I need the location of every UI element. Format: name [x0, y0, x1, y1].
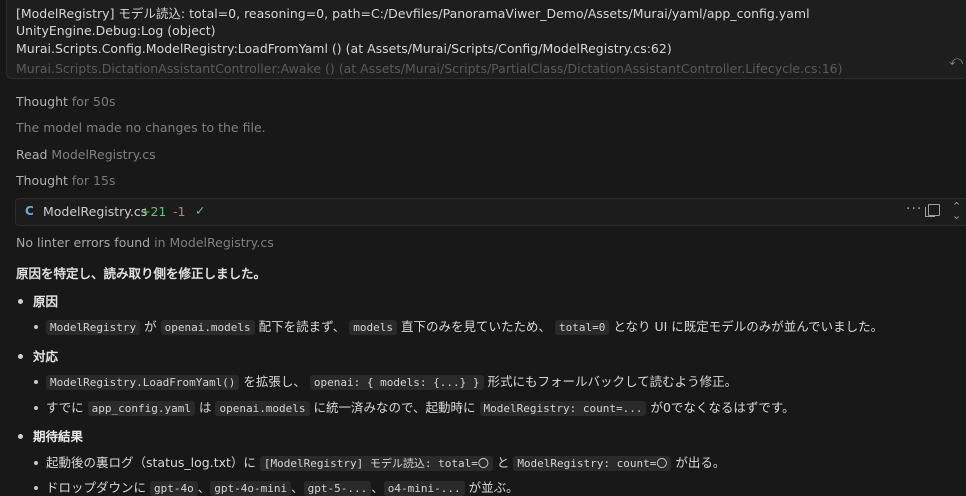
- text-span: 配下を読まず、: [258, 319, 346, 334]
- undo-icon[interactable]: ⤺: [949, 54, 963, 69]
- text-span: は: [198, 400, 212, 415]
- thought-step[interactable]: Thought for 50s: [16, 94, 115, 109]
- text-span: が出る。: [675, 455, 726, 470]
- inline-code: ModelRegistry: count=...: [479, 401, 647, 416]
- bullet-icon: [34, 379, 38, 384]
- inline-code: ModelRegistry: [46, 320, 141, 335]
- read-label: Read: [16, 147, 48, 162]
- text-span: ドロップダウンに: [46, 480, 147, 495]
- heading-text: 対応: [33, 349, 59, 364]
- thought-label: Thought: [16, 173, 68, 188]
- thought-label: Thought: [16, 94, 68, 109]
- list-item: 起動後の裏ログ（status_log.txt）に [ModelRegistry]…: [34, 452, 725, 471]
- inline-code: app_config.yaml: [87, 401, 195, 416]
- bullet-icon: [18, 354, 23, 359]
- thought-duration: for 15s: [71, 173, 116, 188]
- text-span: 直下のみを見ていたため、: [401, 319, 552, 334]
- bullet-icon: [34, 485, 38, 490]
- log-line: Murai.Scripts.DictationAssistantControll…: [16, 61, 843, 76]
- text-span: 形式にもフォールバックして読むよう修正。: [487, 374, 738, 389]
- text-span: となり UI に既定モデルのみが並んでいました。: [613, 319, 884, 334]
- inline-code: openai: { models: {...} }: [309, 375, 484, 390]
- inline-code: total=0: [555, 320, 610, 335]
- text-span: と: [496, 455, 510, 470]
- list-item: ModelRegistry が openai.models 配下を読まず、 mo…: [34, 316, 883, 335]
- edited-filename[interactable]: ModelRegistry.cs: [43, 204, 147, 219]
- summary-text: 原因を特定し、読み取り側を修正しました。: [16, 266, 267, 281]
- list-item-fix-heading: 対応: [16, 346, 58, 365]
- text-span: が並ぶ。: [468, 480, 519, 495]
- read-file-link[interactable]: ModelRegistry.cs: [51, 147, 155, 162]
- log-line: UnityEngine.Debug:Log (object): [16, 23, 216, 38]
- csharp-file-icon: C: [25, 204, 34, 218]
- text-span: を拡張し、: [243, 374, 306, 389]
- inline-code: openai.models: [160, 320, 255, 335]
- lines-added: +21: [140, 204, 167, 219]
- inline-code: openai.models: [215, 401, 310, 416]
- separator: 、: [291, 480, 304, 495]
- text-span: 起動後の裏ログ（status_log.txt）に: [46, 455, 256, 470]
- inline-code: [ModelRegistry] モデル読込: total=〇: [259, 456, 493, 471]
- heading-text: 原因: [33, 294, 59, 309]
- inline-code: models: [349, 320, 398, 335]
- linter-status: No linter errors found in ModelRegistry.…: [16, 235, 274, 250]
- bullet-icon: [34, 405, 38, 410]
- list-item: すでに app_config.yaml は openai.models に統一済…: [34, 397, 795, 416]
- inline-code: ModelRegistry: count=〇: [513, 456, 672, 471]
- bullet-icon: [34, 460, 38, 465]
- log-line: Murai.Scripts.Config.ModelRegistry:LoadF…: [16, 41, 672, 56]
- no-changes-message: The model made no changes to the file.: [16, 120, 266, 135]
- separator: 、: [197, 480, 211, 495]
- bullet-icon: [34, 324, 38, 329]
- text-span: が0でなくなるはずです。: [650, 400, 795, 415]
- thought-duration: for 50s: [71, 94, 116, 109]
- text-span: に統一済みなので、起動時に: [313, 400, 476, 415]
- text-span: すでに: [46, 400, 84, 415]
- log-output-block: [ModelRegistry] モデル読込: total=0, reasonin…: [6, 0, 966, 79]
- copy-icon[interactable]: [925, 204, 940, 217]
- thought-step[interactable]: Thought for 15s: [16, 173, 115, 188]
- more-options-icon[interactable]: ···: [906, 201, 922, 217]
- linter-text: No linter errors found: [16, 235, 151, 250]
- log-line: [ModelRegistry] モデル読込: total=0, reasonin…: [16, 6, 810, 21]
- list-item: ModelRegistry.LoadFromYaml() を拡張し、 opena…: [34, 371, 737, 390]
- bullet-icon: [18, 299, 23, 304]
- linter-file: in ModelRegistry.cs: [154, 235, 274, 250]
- text-span: が: [144, 319, 157, 334]
- list-item-expected-heading: 期待結果: [16, 426, 83, 445]
- list-item: ドロップダウンに gpt-4o、 gpt-4o-mini、 gpt-5-...、 o4…: [34, 477, 519, 496]
- expand-collapse-icon[interactable]: ⌃ ⌄: [952, 201, 961, 221]
- heading-text: 期待結果: [33, 429, 84, 444]
- inline-code: ModelRegistry.LoadFromYaml(): [46, 375, 240, 390]
- separator: 、: [371, 480, 384, 495]
- read-step[interactable]: Read ModelRegistry.cs: [16, 147, 156, 162]
- list-item-cause-heading: 原因: [16, 291, 58, 310]
- lines-removed: -1: [173, 204, 186, 219]
- check-icon: ✓: [195, 203, 206, 218]
- file-edit-card[interactable]: C ModelRegistry.cs +21 -1 ✓ ··· ⌃ ⌄: [15, 198, 966, 226]
- bullet-icon: [18, 434, 23, 439]
